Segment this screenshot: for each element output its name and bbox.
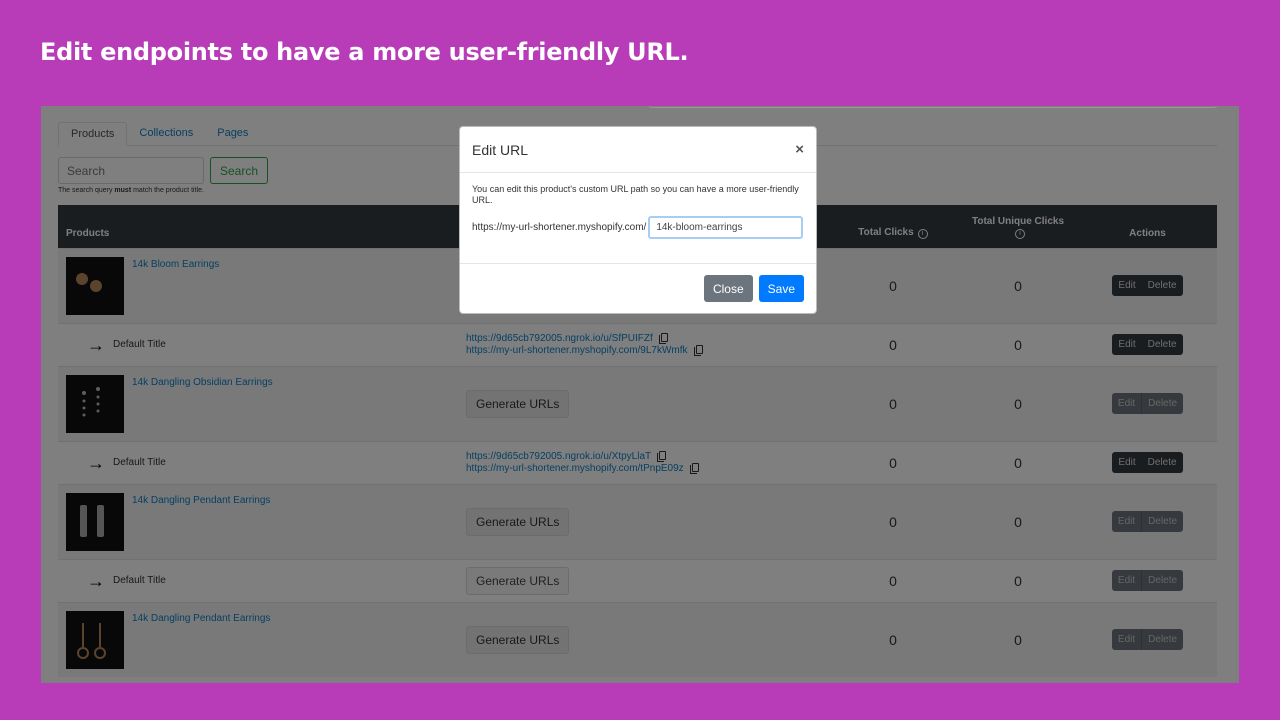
modal-header: Edit URL × [460,127,816,173]
close-icon[interactable]: × [795,141,804,158]
modal-description: You can edit this product's custom URL p… [472,184,799,205]
background-panel-edge [649,106,1217,108]
url-prefix: https://my-url-shortener.myshopify.com/ [472,222,647,233]
edit-url-modal: Edit URL × You can edit this product's c… [459,126,817,314]
modal-title: Edit URL [472,141,529,158]
headline: Edit endpoints to have a more user-frien… [40,38,689,66]
app-frame: Products Collections Pages Search The se… [41,106,1239,683]
url-path-input[interactable] [648,216,804,239]
modal-footer: Close Save [460,264,816,313]
url-edit-row: https://my-url-shortener.myshopify.com/ [472,216,804,239]
close-button[interactable]: Close [703,275,753,302]
save-button[interactable]: Save [758,275,804,302]
modal-body: You can edit this product's custom URL p… [460,173,816,264]
